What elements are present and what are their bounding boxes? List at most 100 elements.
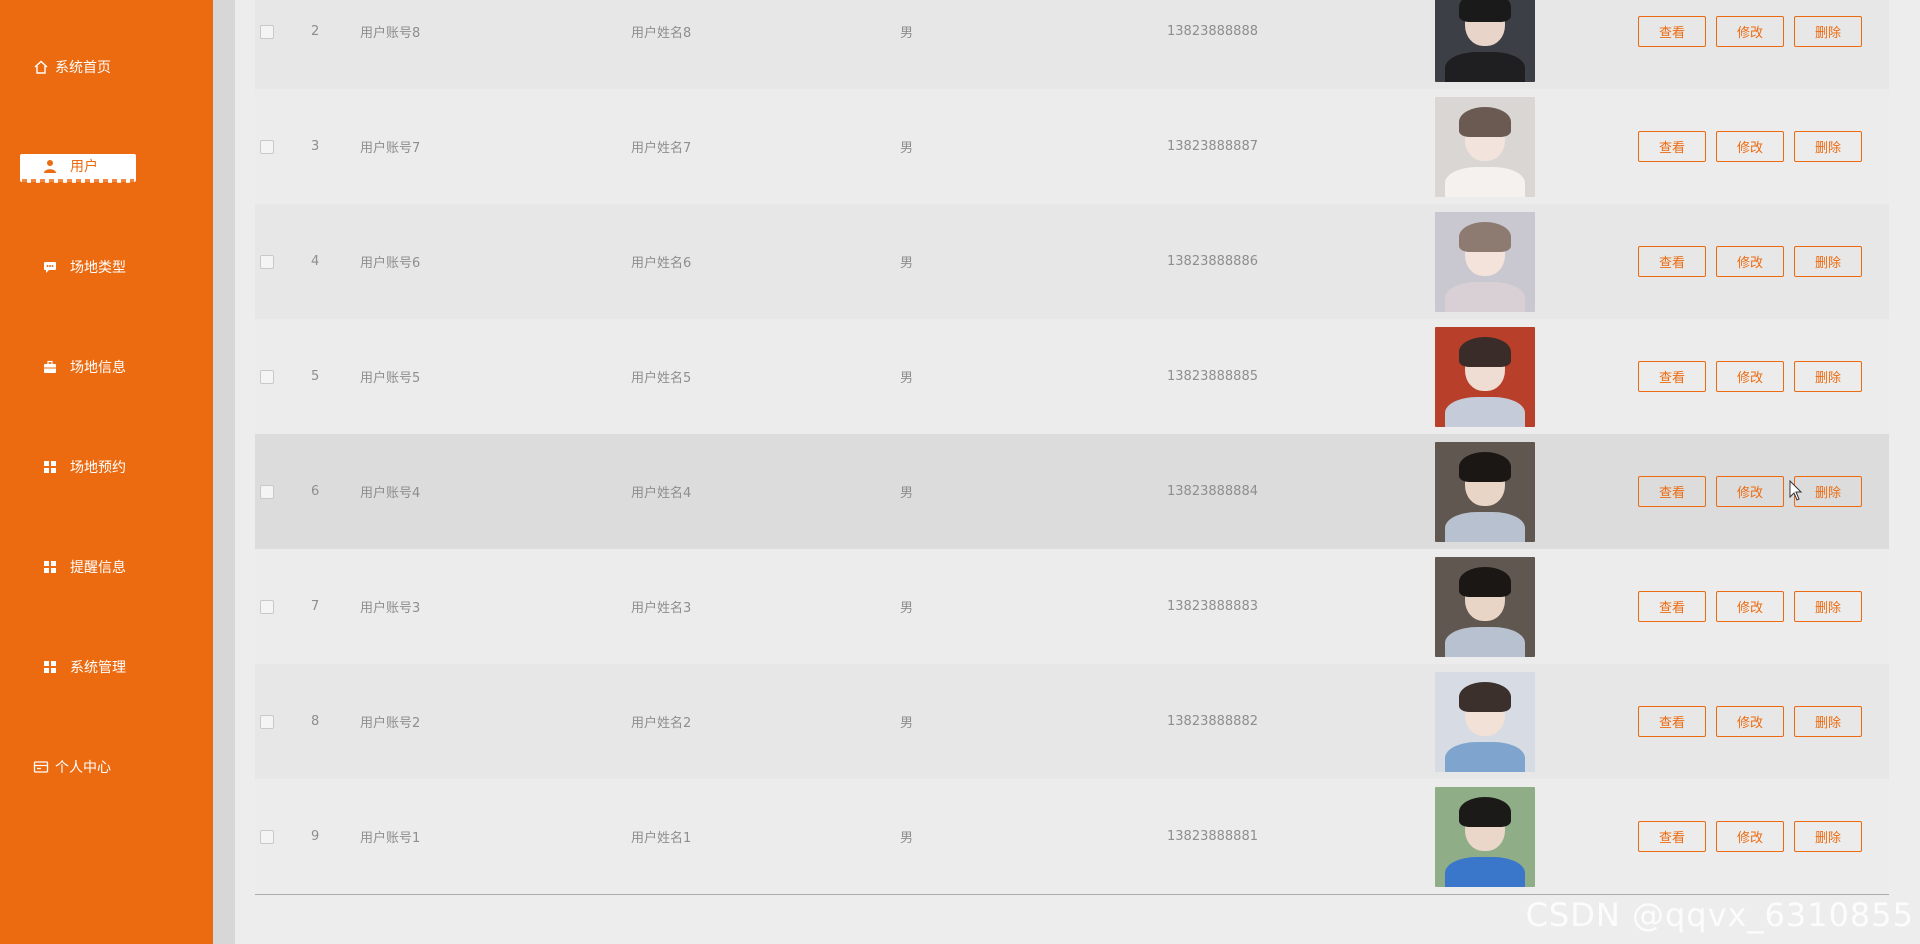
row-phone: 13823888882	[1167, 714, 1258, 729]
main-content: 2 用户账号8 用户姓名8 男 13823888888 查看 修改 删除 3 用户账号7 用户姓名7…	[235, 0, 1920, 944]
row-gender: 男	[900, 831, 914, 846]
delete-button[interactable]: 删除	[1794, 476, 1862, 507]
edit-button[interactable]: 修改	[1716, 131, 1784, 162]
watermark: CSDN @qqvx_6310855	[1525, 896, 1914, 934]
sidebar-item-home[interactable]: 系统首页	[0, 47, 246, 87]
edit-button[interactable]: 修改	[1716, 591, 1784, 622]
sidebar-item-label: 个人中心	[55, 760, 111, 776]
table-row: 6 用户账号4 用户姓名4 男 13823888884 查看 修改 删除	[255, 434, 1889, 550]
delete-button[interactable]: 删除	[1794, 131, 1862, 162]
table-row: 9 用户账号1 用户姓名1 男 13823888881 查看 修改 删除	[255, 779, 1889, 895]
row-account: 用户账号6	[360, 256, 421, 271]
avatar	[1435, 96, 1535, 197]
grid-icon	[42, 459, 58, 475]
row-checkbox[interactable]	[260, 369, 274, 384]
row-account: 用户账号1	[360, 831, 421, 846]
view-button[interactable]: 查看	[1638, 131, 1706, 162]
row-checkbox[interactable]	[260, 254, 274, 269]
delete-button[interactable]: 删除	[1794, 706, 1862, 737]
row-checkbox[interactable]	[260, 24, 274, 39]
table-row: 8 用户账号2 用户姓名2 男 13823888882 查看 修改 删除	[255, 664, 1889, 780]
row-checkbox[interactable]	[260, 829, 274, 844]
edit-button[interactable]: 修改	[1716, 706, 1784, 737]
table-row: 7 用户账号3 用户姓名3 男 13823888883 查看 修改 删除	[255, 549, 1889, 665]
home-icon	[33, 59, 49, 75]
briefcase-icon	[42, 359, 58, 375]
sidebar-item-label: 场地预约	[70, 460, 126, 476]
row-phone: 13823888887	[1167, 139, 1258, 154]
row-checkbox[interactable]	[260, 139, 274, 154]
delete-button[interactable]: 删除	[1794, 821, 1862, 852]
row-account: 用户账号4	[360, 486, 421, 501]
edit-button[interactable]: 修改	[1716, 476, 1784, 507]
row-index: 8	[311, 714, 320, 729]
edit-button[interactable]: 修改	[1716, 246, 1784, 277]
row-gender: 男	[900, 256, 914, 271]
edit-button[interactable]: 修改	[1716, 16, 1784, 47]
delete-button[interactable]: 删除	[1794, 16, 1862, 47]
row-name: 用户姓名3	[631, 601, 692, 616]
row-name: 用户姓名4	[631, 486, 692, 501]
avatar	[1435, 0, 1535, 82]
mouse-cursor-icon	[1789, 480, 1803, 501]
delete-button[interactable]: 删除	[1794, 591, 1862, 622]
row-account: 用户账号8	[360, 26, 421, 41]
view-button[interactable]: 查看	[1638, 246, 1706, 277]
row-account: 用户账号7	[360, 141, 421, 156]
table-row: 4 用户账号6 用户姓名6 男 13823888886 查看 修改 删除	[255, 204, 1889, 320]
edit-button[interactable]: 修改	[1716, 361, 1784, 392]
view-button[interactable]: 查看	[1638, 476, 1706, 507]
row-checkbox[interactable]	[260, 484, 274, 499]
row-name: 用户姓名5	[631, 371, 692, 386]
edit-button[interactable]: 修改	[1716, 821, 1784, 852]
row-name: 用户姓名7	[631, 141, 692, 156]
avatar	[1435, 786, 1535, 887]
sidebar-item-label: 系统首页	[55, 60, 111, 76]
avatar	[1435, 556, 1535, 657]
sidebar-item-profile[interactable]: 个人中心	[0, 747, 246, 787]
row-checkbox[interactable]	[260, 714, 274, 729]
sidebar-item-label: 系统管理	[70, 660, 126, 676]
row-name: 用户姓名1	[631, 831, 692, 846]
row-gender: 男	[900, 716, 914, 731]
row-name: 用户姓名6	[631, 256, 692, 271]
avatar	[1435, 211, 1535, 312]
view-button[interactable]: 查看	[1638, 591, 1706, 622]
chat-icon	[42, 259, 58, 275]
row-index: 3	[311, 139, 320, 154]
view-button[interactable]: 查看	[1638, 16, 1706, 47]
row-phone: 13823888888	[1167, 24, 1258, 39]
row-account: 用户账号2	[360, 716, 421, 731]
table-row: 3 用户账号7 用户姓名7 男 13823888887 查看 修改 删除	[255, 89, 1889, 205]
view-button[interactable]: 查看	[1638, 821, 1706, 852]
sidebar-item-label: 用户	[70, 159, 98, 175]
row-index: 9	[311, 829, 320, 844]
table-row: 5 用户账号5 用户姓名5 男 13823888885 查看 修改 删除	[255, 319, 1889, 435]
row-name: 用户姓名8	[631, 26, 692, 41]
row-phone: 13823888883	[1167, 599, 1258, 614]
view-button[interactable]: 查看	[1638, 361, 1706, 392]
row-gender: 男	[900, 371, 914, 386]
sidebar-item-label: 场地类型	[70, 260, 126, 276]
delete-button[interactable]: 删除	[1794, 361, 1862, 392]
avatar	[1435, 441, 1535, 542]
view-button[interactable]: 查看	[1638, 706, 1706, 737]
table-row: 2 用户账号8 用户姓名8 男 13823888888 查看 修改 删除	[255, 0, 1889, 90]
delete-button[interactable]: 删除	[1794, 246, 1862, 277]
row-phone: 13823888886	[1167, 254, 1258, 269]
row-account: 用户账号3	[360, 601, 421, 616]
row-index: 6	[311, 484, 320, 499]
user-icon	[42, 158, 58, 174]
row-phone: 13823888884	[1167, 484, 1258, 499]
row-index: 5	[311, 369, 320, 384]
id-card-icon	[33, 759, 49, 775]
row-gender: 男	[900, 26, 914, 41]
row-checkbox[interactable]	[260, 599, 274, 614]
sidebar-item-label: 提醒信息	[70, 560, 126, 576]
sidebar: 系统首页 用户 场地类型 场地信息 场地预约 提醒信息 系统管理 个人中心	[0, 0, 213, 944]
row-index: 7	[311, 599, 320, 614]
avatar	[1435, 671, 1535, 772]
sidebar-gutter	[213, 0, 235, 944]
grid-icon	[42, 659, 58, 675]
row-gender: 男	[900, 486, 914, 501]
